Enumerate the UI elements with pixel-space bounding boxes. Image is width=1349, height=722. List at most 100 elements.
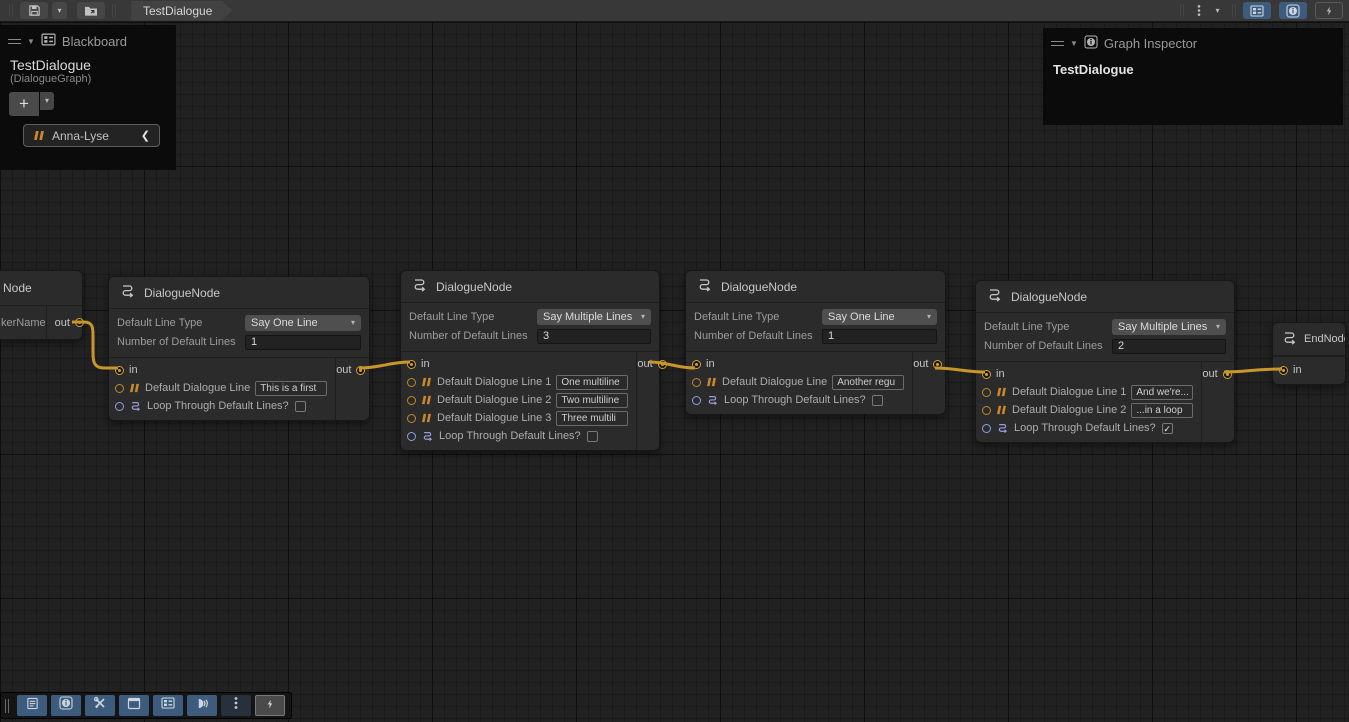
- line-port[interactable]: [692, 378, 701, 387]
- toggle-processing-button[interactable]: [1315, 2, 1343, 19]
- loop-port[interactable]: [407, 432, 416, 441]
- row-label: Default Dialogue Line: [722, 376, 827, 388]
- more-options-button[interactable]: [221, 695, 251, 716]
- toggle-console-button[interactable]: [17, 695, 47, 716]
- more-dropdown-button[interactable]: ▾: [1210, 2, 1225, 19]
- drag-handle-icon[interactable]: [8, 39, 21, 44]
- field-label: Number of Default Lines: [694, 330, 822, 342]
- dialogue-line-field[interactable]: This is a first: [255, 381, 327, 396]
- dialogue-line-field[interactable]: Three multili: [556, 411, 628, 426]
- in-port[interactable]: [115, 366, 124, 375]
- toggle-graph-inspector-button[interactable]: [1279, 2, 1307, 19]
- line-type-dropdown[interactable]: Say One Line ▾: [822, 309, 937, 325]
- add-variable-options-button[interactable]: ▾: [40, 92, 54, 110]
- in-port-label: in: [706, 358, 715, 370]
- toggle-preview-button[interactable]: [187, 695, 217, 716]
- line-port[interactable]: [407, 396, 416, 405]
- out-port[interactable]: [356, 366, 365, 375]
- num-lines-field[interactable]: 1: [822, 329, 937, 344]
- dropdown-value: Say Multiple Lines: [1118, 321, 1207, 333]
- line-type-dropdown[interactable]: Say Multiple Lines ▾: [1112, 319, 1226, 335]
- dialogue-line-field[interactable]: One multiline: [556, 375, 628, 390]
- open-asset-button[interactable]: [77, 2, 105, 19]
- graph-canvas[interactable]: ▼ Blackboard TestDialogue (DialogueGraph…: [0, 22, 1349, 722]
- in-port[interactable]: [692, 360, 701, 369]
- speaker-node[interactable]: Node kerName out: [0, 270, 83, 340]
- loop-checkbox[interactable]: [587, 431, 598, 442]
- loop-checkbox[interactable]: [295, 401, 306, 412]
- toggle-processing-button[interactable]: [255, 695, 285, 716]
- in-port-label: in: [129, 364, 138, 376]
- window-icon: [127, 697, 141, 715]
- chevron-down-icon: ▾: [1215, 7, 1219, 15]
- graph-inspector-header[interactable]: ▼ Graph Inspector: [1043, 28, 1343, 56]
- collapse-icon[interactable]: ▼: [27, 37, 35, 46]
- num-lines-field[interactable]: 1: [245, 335, 361, 350]
- loop-port[interactable]: [692, 396, 701, 405]
- loop-port[interactable]: [982, 424, 991, 433]
- collapse-icon[interactable]: ▼: [1070, 39, 1078, 48]
- out-port[interactable]: [658, 360, 667, 369]
- breadcrumb-tab[interactable]: TestDialogue: [131, 1, 232, 21]
- lightning-icon: [1324, 5, 1334, 17]
- line-port[interactable]: [407, 414, 416, 423]
- in-port[interactable]: [407, 360, 416, 369]
- out-port[interactable]: [933, 360, 942, 369]
- dialogue-line-field[interactable]: ...in a loop: [1131, 403, 1193, 418]
- toggle-tools-button[interactable]: [85, 695, 115, 716]
- line-port[interactable]: [982, 388, 991, 397]
- num-lines-field[interactable]: 2: [1112, 339, 1226, 354]
- toggle-blackboard-button[interactable]: [153, 695, 183, 716]
- loop-icon: [129, 400, 142, 412]
- end-node[interactable]: EndNode in: [1272, 322, 1346, 385]
- toolbar-separator: [1232, 4, 1236, 17]
- dialogue-line-field[interactable]: Two multiline: [556, 393, 628, 408]
- drag-handle-icon[interactable]: [1051, 41, 1064, 46]
- quote-icon: [996, 387, 1007, 397]
- drag-handle-icon[interactable]: [5, 699, 9, 713]
- field-label: Default Line Type: [694, 311, 822, 323]
- line-type-dropdown[interactable]: Say Multiple Lines ▾: [537, 309, 651, 325]
- dialogue-node-3[interactable]: DialogueNode Default Line Type Say One L…: [685, 270, 946, 415]
- lightning-icon: [265, 697, 275, 715]
- save-button[interactable]: [20, 2, 48, 19]
- in-port[interactable]: [982, 370, 991, 379]
- chevron-down-icon: ▾: [927, 313, 931, 321]
- out-port[interactable]: [1223, 370, 1232, 379]
- row-label: Loop Through Default Lines?: [1014, 422, 1156, 434]
- toggle-blackboard-button[interactable]: [1243, 2, 1271, 19]
- num-lines-field[interactable]: 3: [537, 329, 651, 344]
- chevron-down-icon: ▾: [1216, 323, 1220, 331]
- out-port[interactable]: [75, 318, 84, 327]
- loop-checkbox[interactable]: ✓: [1162, 423, 1173, 434]
- chevron-left-icon[interactable]: ❮: [141, 129, 150, 142]
- toggle-window-button[interactable]: [119, 695, 149, 716]
- in-port[interactable]: [1279, 366, 1288, 375]
- add-variable-button[interactable]: +: [9, 92, 39, 116]
- line-port[interactable]: [982, 406, 991, 415]
- line-port[interactable]: [115, 384, 124, 393]
- blackboard-icon: [41, 32, 56, 50]
- toggle-inspector-button[interactable]: [51, 695, 81, 716]
- loop-port[interactable]: [115, 402, 124, 411]
- blackboard-panel-header[interactable]: ▼ Blackboard: [0, 25, 176, 54]
- line-port[interactable]: [407, 378, 416, 387]
- line-type-dropdown[interactable]: Say One Line ▾: [245, 315, 361, 331]
- dialogue-node-2[interactable]: DialogueNode Default Line Type Say Multi…: [400, 270, 660, 451]
- blackboard-variable-anna-lyse[interactable]: Anna-Lyse ❮: [23, 124, 160, 147]
- more-options-button[interactable]: [1191, 2, 1206, 19]
- node-title: EndNode: [1304, 333, 1345, 345]
- chevron-down-icon: ▾: [351, 319, 355, 327]
- row-label: Default Dialogue Line 1: [437, 376, 551, 388]
- loop-icon: [706, 394, 719, 406]
- dialogue-node-4[interactable]: DialogueNode Default Line Type Say Multi…: [975, 280, 1235, 443]
- dialogue-node-1[interactable]: DialogueNode Default Line Type Say One L…: [108, 276, 370, 421]
- dialogue-node-icon: [119, 283, 136, 302]
- dialogue-line-field[interactable]: Another regu: [832, 375, 904, 390]
- dropdown-value: Say Multiple Lines: [543, 311, 632, 323]
- in-port-label: in: [996, 368, 1005, 380]
- save-options-button[interactable]: ▾: [52, 2, 67, 19]
- loop-checkbox[interactable]: [872, 395, 883, 406]
- dialogue-line-field[interactable]: And we're...: [1131, 385, 1193, 400]
- info-icon: [59, 696, 73, 715]
